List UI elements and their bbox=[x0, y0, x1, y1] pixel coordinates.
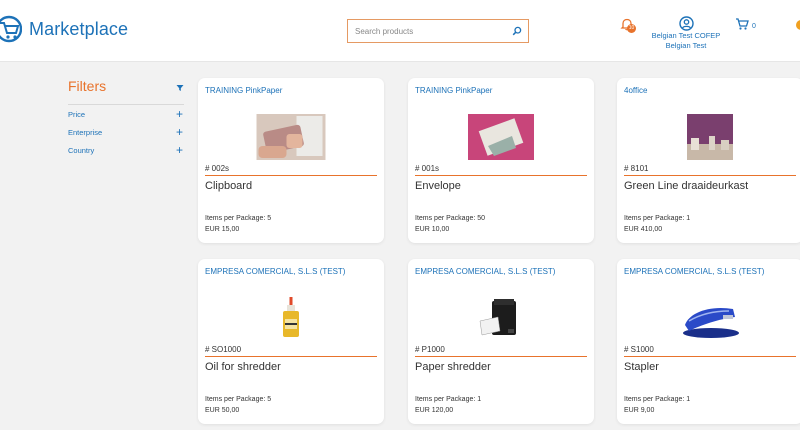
product-vendor[interactable]: EMPRESA COMERCIAL, S.L.S (TEST) bbox=[624, 267, 764, 276]
product-code: # 8101 bbox=[624, 164, 649, 173]
product-name[interactable]: Envelope bbox=[415, 180, 461, 192]
cart-logo-icon bbox=[0, 15, 22, 43]
product-code: # P1000 bbox=[415, 345, 445, 354]
shredder-photo bbox=[479, 299, 516, 336]
cart-count: 0 bbox=[752, 23, 756, 30]
product-card[interactable]: TRAINING PinkPaper # 002s Clipboard Item… bbox=[198, 78, 384, 243]
card-divider bbox=[624, 356, 796, 357]
user-account[interactable]: Belgian Test COFEP Belgian Test bbox=[640, 16, 732, 51]
search-box bbox=[347, 19, 529, 43]
language-icon[interactable] bbox=[796, 20, 800, 30]
top-header: Marketplace 10 Belgian Test COFEP Belgia… bbox=[0, 0, 800, 62]
filter-item-price[interactable]: Price + bbox=[68, 105, 184, 123]
product-price: EUR 50,00 bbox=[205, 407, 240, 414]
cart-icon bbox=[736, 18, 749, 30]
user-icon bbox=[678, 16, 694, 31]
filter-item-country[interactable]: Country + bbox=[68, 141, 184, 159]
items-per-package: Items per Package: 5 bbox=[205, 396, 272, 403]
items-per-package: Items per Package: 1 bbox=[415, 396, 482, 403]
product-code: # S1000 bbox=[624, 345, 654, 354]
notification-badge: 10 bbox=[627, 24, 636, 33]
card-divider bbox=[415, 356, 587, 357]
product-code: # SO1000 bbox=[205, 345, 242, 354]
product-card[interactable]: EMPRESA COMERCIAL, S.L.S (TEST) # S1000 … bbox=[617, 259, 800, 424]
product-card[interactable]: EMPRESA COMERCIAL, S.L.S (TEST) # SO1000… bbox=[198, 259, 384, 424]
product-vendor[interactable]: TRAINING PinkPaper bbox=[205, 86, 282, 95]
filters-panel: Filters Price + Enterprise + Country + bbox=[68, 78, 184, 159]
product-name[interactable]: Paper shredder bbox=[415, 361, 491, 373]
app-logo[interactable]: Marketplace bbox=[0, 12, 128, 46]
product-vendor[interactable]: EMPRESA COMERCIAL, S.L.S (TEST) bbox=[205, 267, 345, 276]
plus-icon[interactable]: + bbox=[176, 141, 183, 159]
search-icon[interactable] bbox=[512, 26, 522, 36]
product-price: EUR 410,00 bbox=[624, 226, 663, 233]
product-vendor[interactable]: EMPRESA COMERCIAL, S.L.S (TEST) bbox=[415, 267, 555, 276]
cabinet-room-photo bbox=[687, 114, 733, 160]
filter-label: Country bbox=[68, 146, 95, 155]
product-price: EUR 9,00 bbox=[624, 407, 655, 414]
product-card[interactable]: TRAINING PinkPaper # 001s Envelope Items… bbox=[408, 78, 594, 243]
product-name[interactable]: Clipboard bbox=[205, 180, 252, 192]
items-per-package: Items per Package: 1 bbox=[624, 396, 691, 403]
search-input[interactable] bbox=[348, 20, 508, 42]
clipboard-photo bbox=[256, 114, 326, 160]
stapler-photo bbox=[683, 307, 739, 338]
product-code: # 001s bbox=[415, 164, 440, 173]
product-card[interactable]: 4office # 8101 Green Line draaideurkast … bbox=[617, 78, 800, 243]
items-per-package: Items per Package: 1 bbox=[624, 215, 691, 222]
oil-bottle-photo bbox=[283, 297, 299, 337]
card-divider bbox=[205, 356, 377, 357]
filters-title: Filters bbox=[68, 78, 107, 94]
product-code: # 002s bbox=[205, 164, 230, 173]
filter-funnel-icon[interactable] bbox=[176, 84, 184, 92]
product-price: EUR 120,00 bbox=[415, 407, 454, 414]
cart-button[interactable]: 0 bbox=[735, 17, 756, 31]
product-vendor[interactable]: TRAINING PinkPaper bbox=[415, 86, 492, 95]
product-price: EUR 10,00 bbox=[415, 226, 450, 233]
user-name: Belgian Test bbox=[665, 41, 707, 50]
filter-item-enterprise[interactable]: Enterprise + bbox=[68, 123, 184, 141]
product-name[interactable]: Stapler bbox=[624, 361, 659, 373]
filter-label: Enterprise bbox=[68, 128, 103, 137]
user-company: Belgian Test COFEP bbox=[651, 31, 721, 40]
envelope-photo bbox=[468, 114, 534, 160]
product-vendor[interactable]: 4office bbox=[624, 86, 647, 95]
plus-icon[interactable]: + bbox=[176, 123, 183, 141]
filter-label: Price bbox=[68, 110, 86, 119]
app-title: Marketplace bbox=[29, 18, 129, 39]
items-per-package: Items per Package: 5 bbox=[205, 215, 272, 222]
product-name[interactable]: Oil for shredder bbox=[205, 361, 281, 373]
plus-icon[interactable]: + bbox=[176, 105, 183, 123]
card-divider bbox=[415, 175, 587, 176]
notifications-button[interactable]: 10 bbox=[620, 17, 636, 36]
card-divider bbox=[624, 175, 796, 176]
items-per-package: Items per Package: 50 bbox=[415, 215, 486, 222]
product-card[interactable]: EMPRESA COMERCIAL, S.L.S (TEST) # P1000 … bbox=[408, 259, 594, 424]
product-price: EUR 15,00 bbox=[205, 226, 240, 233]
product-name[interactable]: Green Line draaideurkast bbox=[624, 180, 748, 192]
card-divider bbox=[205, 175, 377, 176]
